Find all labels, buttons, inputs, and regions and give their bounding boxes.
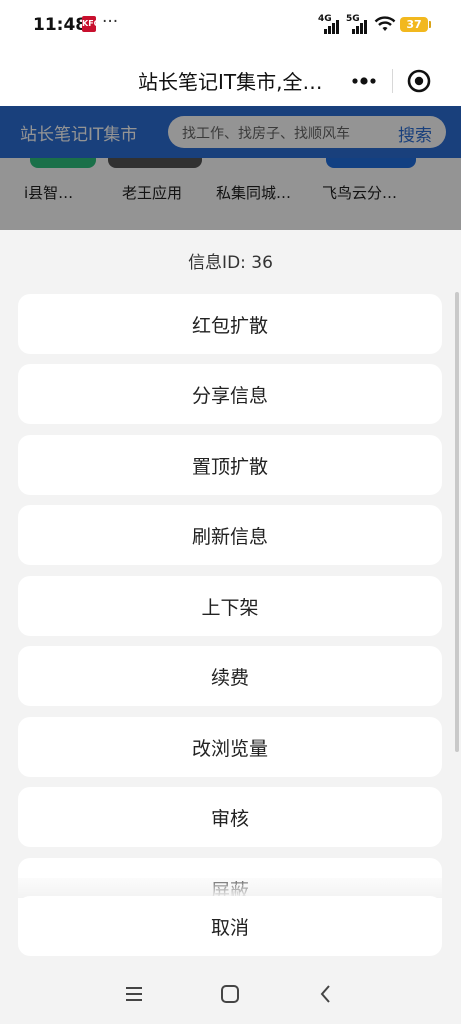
red-packet-spread-button[interactable]: 红包扩散 — [18, 294, 442, 354]
home-icon[interactable] — [218, 982, 242, 1006]
battery-icon: 37 — [400, 17, 431, 32]
capsule-divider — [392, 69, 393, 93]
more-dots-icon — [352, 77, 376, 85]
action-sheet: 信息ID: 36 红包扩散 分享信息 置顶扩散 刷新信息 上下架 续费 改浏览量… — [0, 230, 461, 964]
status-time: 11:48 — [33, 15, 88, 35]
signal-4g-icon: 4G — [318, 14, 348, 34]
wifi-icon — [374, 16, 396, 31]
share-info-button[interactable]: 分享信息 — [18, 364, 442, 424]
scrollbar[interactable] — [455, 292, 459, 752]
info-id-label: 信息ID: 36 — [188, 253, 273, 273]
refresh-info-button[interactable]: 刷新信息 — [18, 505, 442, 565]
mini-program-title-bar: 站长笔记IT集市,全… — [0, 52, 461, 106]
renew-button[interactable]: 续费 — [18, 646, 442, 706]
app-notification-icon: KFC — [82, 16, 100, 32]
system-nav-bar — [0, 964, 461, 1024]
list-unlist-button[interactable]: 上下架 — [18, 576, 442, 636]
target-close-icon[interactable] — [404, 66, 434, 96]
scroll-fade — [0, 878, 461, 898]
back-icon[interactable] — [314, 982, 338, 1006]
review-button[interactable]: 审核 — [18, 787, 442, 847]
page-title: 站长笔记IT集市,全… — [138, 70, 323, 94]
status-more-indicator: ··· — [102, 12, 119, 32]
pin-spread-button[interactable]: 置顶扩散 — [18, 435, 442, 495]
menu-icon[interactable] — [122, 982, 146, 1006]
edit-views-button[interactable]: 改浏览量 — [18, 717, 442, 777]
modal-backdrop[interactable] — [0, 106, 461, 230]
more-button[interactable] — [344, 68, 384, 94]
status-bar: 11:48 KFC ··· 4G 5G 37 — [0, 0, 461, 52]
cancel-button[interactable]: 取消 — [18, 896, 442, 956]
signal-5g-icon: 5G — [346, 14, 376, 34]
